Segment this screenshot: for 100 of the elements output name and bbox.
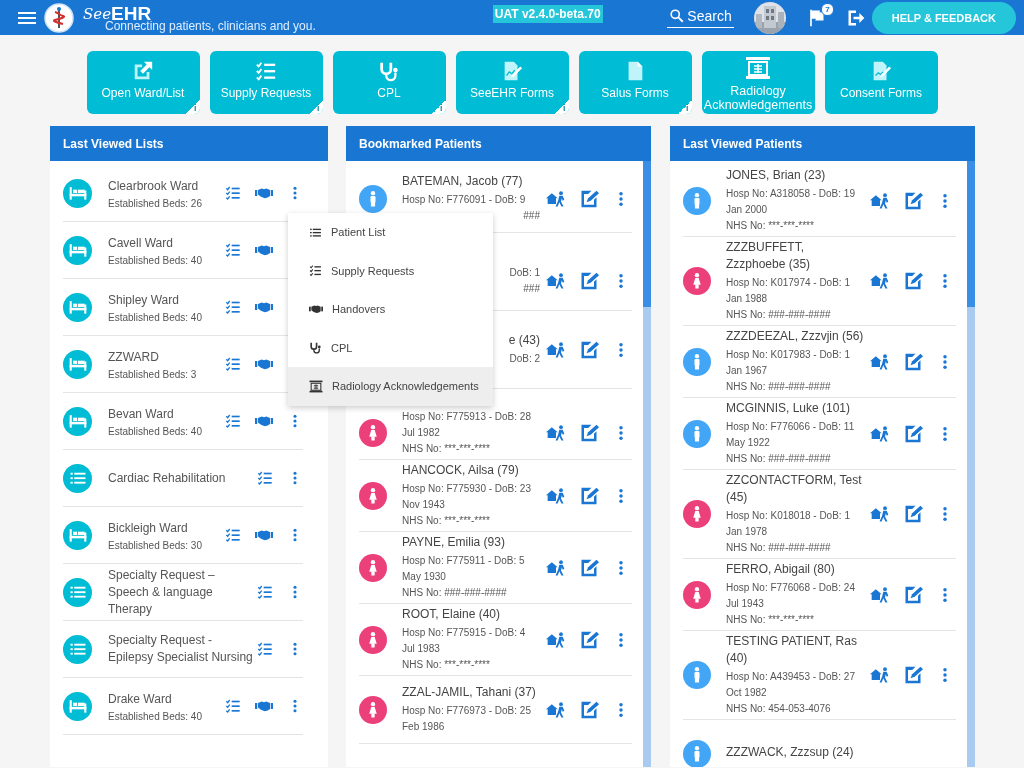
patient-name[interactable]: FERRO, Abigail (80) <box>726 561 864 580</box>
edit-document-icon[interactable] <box>903 271 923 291</box>
patient-name[interactable]: ZZZDEEZAL, Zzzvjin (56) <box>726 328 864 347</box>
patient-detail: Hosp No: K017974 - DoB: 1 Jan 1988 <box>726 276 851 306</box>
checklist-icon[interactable] <box>257 641 273 657</box>
patient-name[interactable]: ZZCONTACTFORM, Test (45) <box>726 472 864 508</box>
menu-item[interactable]: Patient List <box>288 213 493 252</box>
house-walking-icon[interactable] <box>546 557 566 578</box>
list-name[interactable]: Bickleigh Ward <box>108 519 221 537</box>
edit-document-icon[interactable] <box>579 339 599 360</box>
patient-name[interactable]: MCGINNIS, Luke (101) <box>726 400 864 419</box>
edit-document-icon[interactable] <box>903 504 923 524</box>
scrollbar[interactable] <box>643 161 651 767</box>
edit-document-icon[interactable] <box>579 629 599 650</box>
house-walking-icon[interactable] <box>546 270 566 291</box>
house-walking-icon[interactable] <box>870 271 890 291</box>
edit-document-icon[interactable] <box>903 190 923 211</box>
info-badge[interactable]: i <box>185 100 200 114</box>
house-walking-icon[interactable] <box>546 188 566 209</box>
patient-name[interactable]: ROOT, Elaine (40) <box>402 606 540 625</box>
checklist-icon[interactable] <box>225 185 241 201</box>
patient-detail: Hosp No: F776068 - DoB: 24 Jul 1943 <box>726 581 856 611</box>
patient-detail: NHS No: 454-053-4076 <box>726 702 832 716</box>
beds-count: Established Beds: 30 <box>108 539 203 551</box>
patient-name[interactable]: BATEMAN, Jacob (77) <box>402 173 540 192</box>
info-badge[interactable]: i <box>554 100 569 114</box>
checklist-icon[interactable] <box>225 242 241 258</box>
list-name[interactable]: Drake Ward <box>108 690 221 708</box>
house-walking-icon[interactable] <box>870 190 890 211</box>
house-walking-icon[interactable] <box>870 423 890 444</box>
house-walking-icon[interactable] <box>870 351 890 372</box>
shortcut-tile[interactable]: CPL i <box>332 51 446 114</box>
patient-detail: Hosp No: F775930 - DoB: 23 Nov 1943 <box>402 482 532 512</box>
list-name[interactable]: Shipley Ward <box>108 291 221 309</box>
search-button[interactable]: Search <box>667 7 734 28</box>
house-walking-icon[interactable] <box>546 339 566 360</box>
checklist-icon[interactable] <box>257 470 273 486</box>
shortcut-tile[interactable]: Salus Forms i <box>578 51 692 114</box>
checklist-icon[interactable] <box>225 299 241 315</box>
checklist-icon[interactable] <box>225 527 241 543</box>
panel-header: Last Viewed Patients <box>670 126 975 161</box>
patient-detail: Hosp No: F775915 - DoB: 4 Jul 1983 <box>402 626 527 656</box>
edit-document-icon[interactable] <box>579 699 599 720</box>
patient-detail: NHS No: ###-###-#### <box>726 452 832 466</box>
edit-document-icon[interactable] <box>579 485 599 506</box>
shortcut-tile[interactable]: SeeEHR Forms i <box>455 51 569 114</box>
patient-detail: Hosp No: F776091 - DoB: 9 <box>402 193 527 207</box>
house-walking-icon[interactable] <box>870 665 890 685</box>
patient-detail: NHS No: ###-###-#### <box>402 586 508 600</box>
edit-document-icon[interactable] <box>903 584 923 605</box>
house-walking-icon[interactable] <box>546 485 566 506</box>
house-walking-icon[interactable] <box>546 423 566 443</box>
edit-document-icon[interactable] <box>579 557 599 578</box>
menu-icon[interactable] <box>18 10 36 25</box>
info-badge[interactable]: i <box>677 100 692 114</box>
patient-name[interactable]: JONES, Brian (23) <box>726 167 864 186</box>
house-walking-icon[interactable] <box>870 504 890 524</box>
list-name[interactable]: ZZWARD <box>108 348 221 366</box>
patient-name[interactable]: TESTING PATIENT, Ras (40) <box>726 633 864 669</box>
checklist-icon[interactable] <box>225 413 241 429</box>
patient-detail: Hosp No: F776973 - DoB: 25 Feb 1986 <box>402 704 532 734</box>
checklist-icon[interactable] <box>225 356 241 372</box>
edit-document-icon[interactable] <box>579 188 599 209</box>
checklist-icon[interactable] <box>257 584 273 600</box>
list-name[interactable]: Bevan Ward <box>108 405 221 423</box>
checklist-icon[interactable] <box>225 698 241 714</box>
list-name[interactable]: Cardiac Rehabilitation <box>108 469 253 487</box>
patient-detail: NHS No: ***-***-**** <box>402 658 491 672</box>
menu-item[interactable]: Radiology Acknowledgements <box>288 367 493 406</box>
patient-name[interactable]: HANCOCK, Ailsa (79) <box>402 462 540 481</box>
patient-name[interactable]: ZZZBUFFETT, Zzzphoebe (35) <box>726 239 864 275</box>
info-badge[interactable]: i <box>431 100 446 114</box>
list-name[interactable]: Specialty Request - Epilepsy Specialist Nursing <box>108 632 253 666</box>
edit-document-icon[interactable] <box>903 351 923 372</box>
menu-item[interactable]: Supply Requests <box>288 251 493 290</box>
list-name[interactable]: Cavell Ward <box>108 234 221 252</box>
edit-document-icon[interactable] <box>903 665 923 685</box>
patient-name[interactable]: ZZZWACK, Zzzsup (24) <box>726 744 864 763</box>
house-walking-icon[interactable] <box>546 629 566 650</box>
beds-count: Established Beds: 40 <box>108 425 203 437</box>
house-walking-icon[interactable] <box>546 699 566 720</box>
patient-name[interactable]: PAYNE, Emilia (93) <box>402 534 540 553</box>
shortcut-tile[interactable]: Open Ward/List i <box>86 51 200 114</box>
edit-document-icon[interactable] <box>903 423 923 444</box>
patient-name[interactable]: e (43) <box>508 332 540 351</box>
x-ray-board-icon <box>745 56 771 80</box>
menu-item[interactable]: Handovers <box>288 290 493 329</box>
shortcut-tile[interactable]: Supply Requests i <box>209 51 323 114</box>
edit-document-icon[interactable] <box>579 270 599 291</box>
patient-name[interactable]: ZZAL-JAMIL, Tahani (37) <box>402 684 540 703</box>
list-name[interactable]: Specialty Request – Speech & language Therapy <box>108 566 253 618</box>
patient-detail: DoB: 2 <box>509 352 540 366</box>
scrollbar[interactable] <box>967 161 975 767</box>
info-badge[interactable]: i <box>308 100 323 114</box>
x-ray-board-icon <box>309 379 323 393</box>
patient-detail: Hosp No: K017983 - DoB: 1 Jan 1967 <box>726 348 851 378</box>
edit-document-icon[interactable] <box>579 423 599 443</box>
house-walking-icon[interactable] <box>870 584 890 605</box>
list-name[interactable]: Clearbrook Ward <box>108 177 221 195</box>
menu-item[interactable]: CPL <box>288 328 493 367</box>
